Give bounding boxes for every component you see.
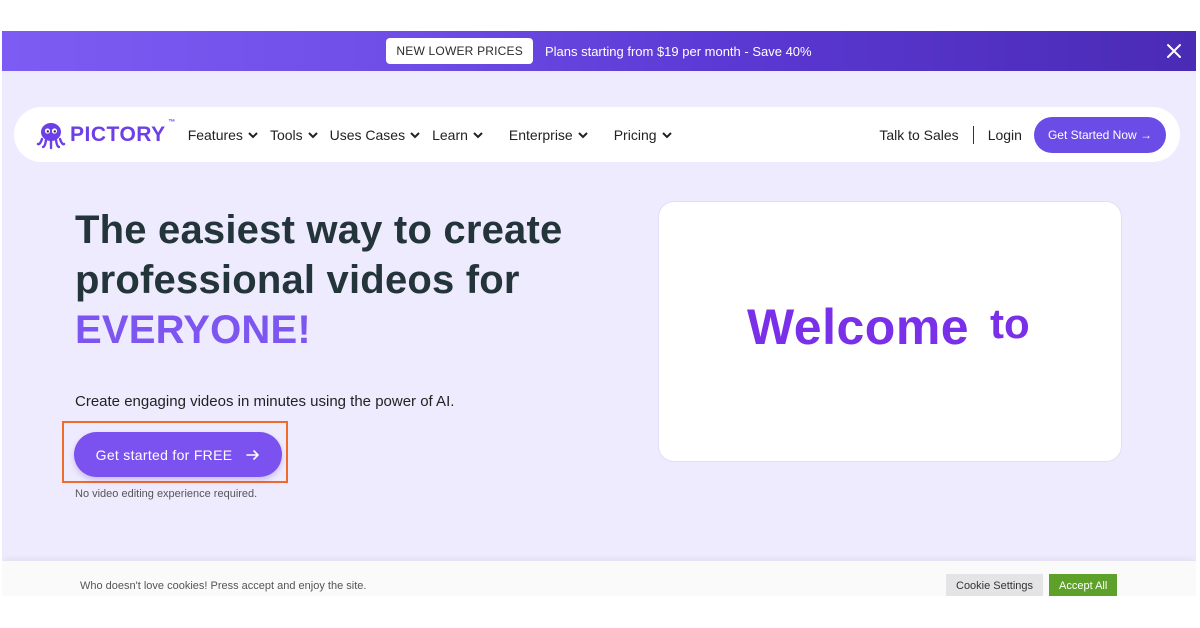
get-started-free-button[interactable]: Get started for FREE [74, 432, 282, 477]
chevron-down-icon [308, 131, 318, 139]
nav-item-learn[interactable]: Learn [432, 127, 483, 143]
video-preview[interactable]: Welcome to [658, 201, 1122, 462]
cookie-message: Who doesn't love cookies! Press accept a… [80, 580, 366, 592]
get-started-free-label: Get started for FREE [96, 447, 233, 463]
nav-divider [973, 126, 974, 144]
cookie-banner: Who doesn't love cookies! Press accept a… [2, 561, 1196, 596]
chevron-down-icon [410, 131, 420, 139]
cookie-settings-button[interactable]: Cookie Settings [946, 574, 1043, 596]
nav-actions: Talk to Sales Login Get Started Now → [879, 117, 1166, 153]
video-text-welcome: Welcome [747, 298, 969, 356]
hero-title-line-1: The easiest way to create [75, 208, 562, 252]
arrow-right-icon [246, 449, 260, 461]
nav-item-pricing[interactable]: Pricing [614, 127, 672, 143]
hero-subtitle: Create engaging videos in minutes using … [75, 393, 454, 410]
promo-banner: NEW LOWER PRICES Plans starting from $19… [2, 31, 1196, 71]
accept-all-button[interactable]: Accept All [1049, 574, 1117, 596]
nav-item-tools[interactable]: Tools [270, 127, 318, 143]
page-frame: NEW LOWER PRICES Plans starting from $19… [2, 31, 1196, 596]
octopus-logo-icon [36, 120, 66, 150]
chevron-down-icon [578, 131, 588, 139]
hero-note: No video editing experience required. [75, 488, 257, 500]
hero-title-accent: EVERYONE! [75, 305, 635, 355]
login-link[interactable]: Login [988, 127, 1022, 143]
hero-title-line-2: professional videos for [75, 258, 520, 302]
chevron-down-icon [248, 131, 258, 139]
hero-title: The easiest way to create professional v… [75, 205, 635, 355]
main-navbar: PICTORY ™ Features Tools Uses Cases Lear… [14, 107, 1180, 162]
close-icon[interactable] [1164, 41, 1184, 61]
nav-item-enterprise[interactable]: Enterprise [509, 127, 588, 143]
promo-badge: NEW LOWER PRICES [386, 38, 533, 64]
promo-text[interactable]: Plans starting from $19 per month - Save… [545, 44, 812, 59]
chevron-down-icon [662, 131, 672, 139]
get-started-now-button[interactable]: Get Started Now → [1034, 117, 1166, 153]
nav-menu: Features Tools Uses Cases Learn Enterpri… [188, 127, 684, 143]
chevron-down-icon [473, 131, 483, 139]
brand-name: PICTORY ™ [70, 123, 166, 147]
video-text-to: to [990, 300, 1030, 348]
talk-to-sales-link[interactable]: Talk to Sales [879, 127, 958, 143]
nav-item-features[interactable]: Features [188, 127, 258, 143]
brand-logo[interactable]: PICTORY ™ [36, 120, 166, 150]
trademark-mark: ™ [168, 119, 176, 126]
nav-item-use-cases[interactable]: Uses Cases [330, 127, 420, 143]
